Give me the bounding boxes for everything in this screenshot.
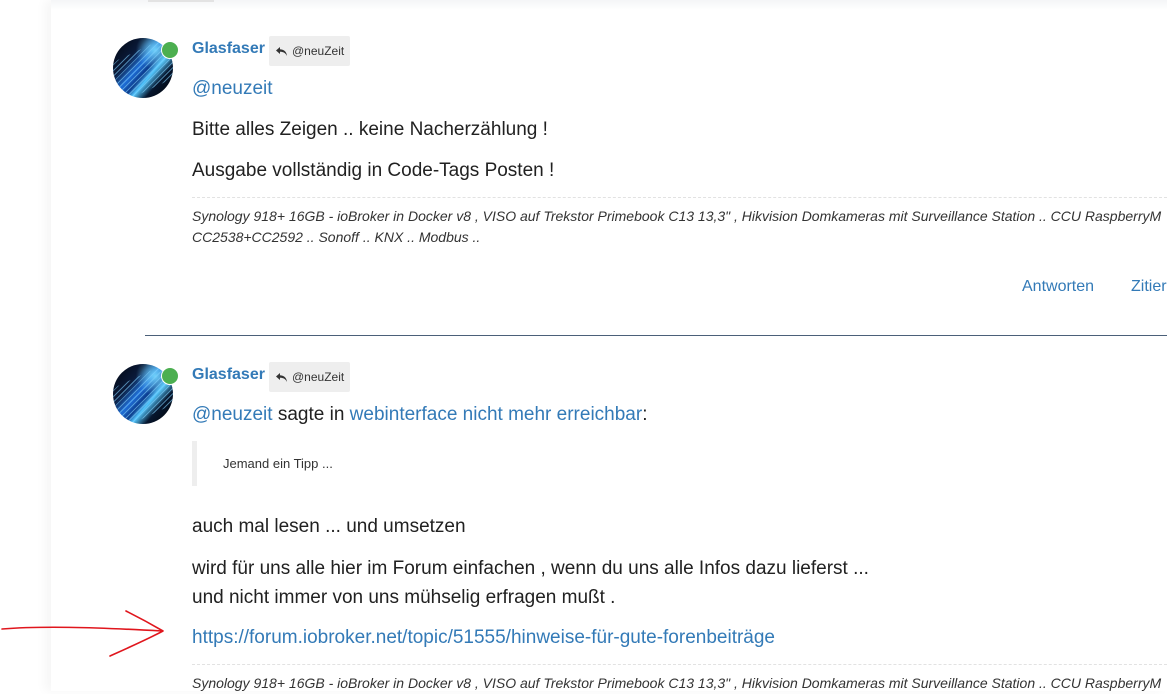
post-text: Ausgabe vollständig in Code-Tags Posten … xyxy=(192,160,555,181)
signature-line: Synology 918+ 16GB - ioBroker in Docker … xyxy=(192,208,1162,224)
signature-line: CC2538+CC2592 .. Sonoff .. KNX .. Modbus… xyxy=(192,229,481,245)
quote-button[interactable]: Zitier xyxy=(1131,278,1167,296)
annotation-arrow-icon xyxy=(1,610,164,657)
top-shadow xyxy=(51,0,1167,10)
reply-icon xyxy=(276,46,287,56)
signature-divider xyxy=(192,664,1167,665)
reply-to-user: @neuZeit xyxy=(292,370,345,384)
reply-to-badge[interactable]: @neuZeit xyxy=(269,362,351,392)
quote-text: Jemand ein Tipp ... xyxy=(223,456,333,471)
quote-header: @neuzeit sagte in webinterface nicht meh… xyxy=(192,404,647,426)
online-status-icon xyxy=(161,41,179,59)
top-tab xyxy=(148,0,214,2)
said-in-text: sagte in xyxy=(272,404,350,425)
post-text: auch mal lesen ... und umsetzen xyxy=(192,516,466,537)
reply-to-user: @neuZeit xyxy=(292,44,345,58)
colon-text: : xyxy=(642,404,648,425)
online-status-icon xyxy=(161,367,179,385)
mention-link[interactable]: @neuzeit xyxy=(192,404,273,425)
topic-link[interactable]: webinterface nicht mehr erreichbar xyxy=(350,404,643,425)
signature-divider xyxy=(192,197,1167,198)
reply-icon xyxy=(276,372,287,382)
post-text: und nicht immer von uns mühselig erfrage… xyxy=(192,587,616,608)
guidelines-link[interactable]: https://forum.iobroker.net/topic/51555/h… xyxy=(192,627,775,649)
username-link[interactable]: Glasfaser xyxy=(192,366,265,384)
reply-to-badge[interactable]: @neuZeit xyxy=(269,36,351,66)
username-link[interactable]: Glasfaser xyxy=(192,40,265,58)
mention-link[interactable]: @neuzeit xyxy=(192,78,273,100)
post-divider xyxy=(145,335,1167,336)
post-text: wird für uns alle hier im Forum einfache… xyxy=(192,558,869,579)
blockquote: Jemand ein Tipp ... xyxy=(192,441,617,486)
post-text: Bitte alles Zeigen .. keine Nacherzählun… xyxy=(192,119,548,140)
reply-button[interactable]: Antworten xyxy=(1022,278,1094,296)
